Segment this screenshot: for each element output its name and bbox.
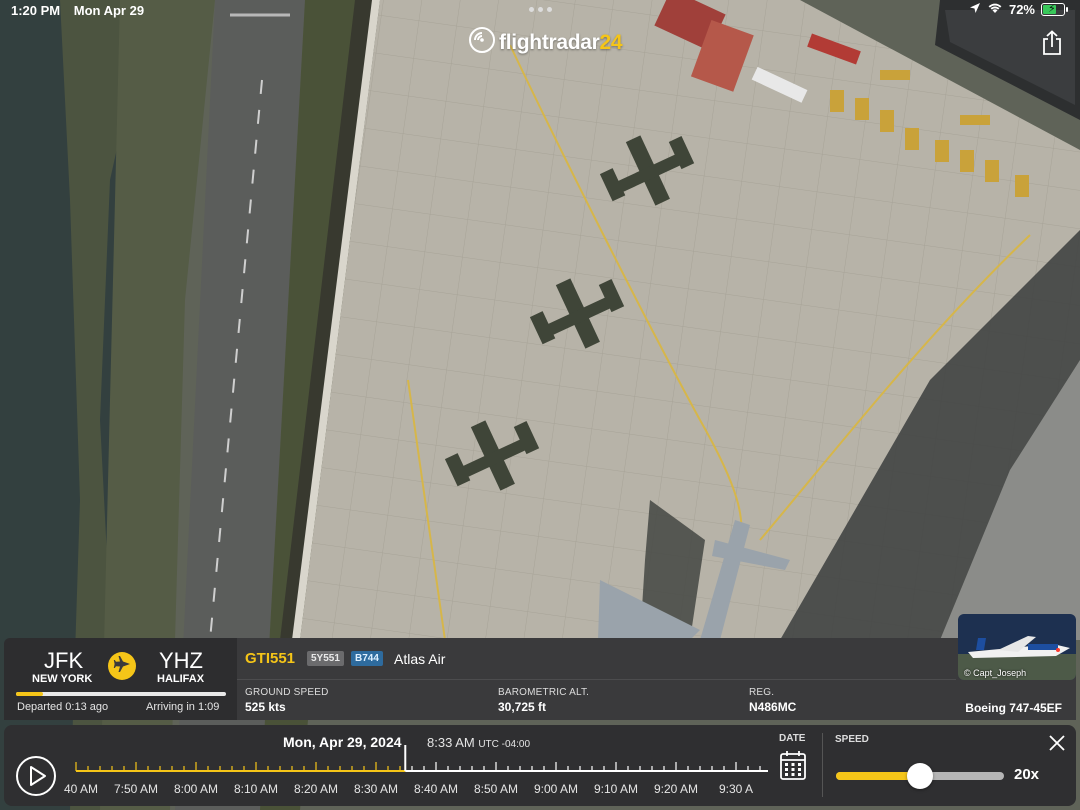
aircraft-type-badge: B744: [351, 651, 383, 666]
flight-header: GTI551 5Y551 B744 Atlas Air: [237, 638, 956, 680]
timeline-tick-label: 8:50 AM: [474, 782, 518, 796]
location-icon: [969, 2, 981, 17]
status-date: Mon Apr 29: [73, 3, 145, 18]
wifi-icon: [987, 2, 1003, 17]
speed-label: SPEED: [835, 734, 869, 745]
ground-speed: GROUND SPEED 525 kts: [245, 687, 329, 714]
date-picker-button[interactable]: [779, 749, 807, 781]
barometric-altitude: BAROMETRIC ALT. 30,725 ft: [498, 687, 590, 714]
close-playback-button[interactable]: [1048, 734, 1066, 752]
destination-code: YHZ: [159, 648, 203, 673]
timeline-tick-label: 9:30 A: [719, 782, 753, 796]
destination-city: HALIFAX: [157, 673, 205, 685]
app-logo: flightradar24: [469, 27, 623, 58]
route-summary[interactable]: JFK NEW YORK YHZ HALIFAX Departed 0:13 a…: [4, 638, 237, 720]
flight-progress-bar: [16, 692, 226, 696]
timeline-scrubber[interactable]: 7:40 AM 7:50 AM 8:00 AM 8:10 AM 8:20 AM 8:30 …: [54, 745, 774, 805]
timeline-tick-label: 7:50 AM: [114, 782, 158, 796]
aircraft-model: Boeing 747-45EF: [965, 701, 1062, 715]
timeline-tick-label: 7:40 AM: [64, 782, 98, 796]
aircraft-photo[interactable]: © Capt_Joseph: [958, 614, 1076, 680]
timeline-tick-label: 9:10 AM: [594, 782, 638, 796]
flight-number-badge: 5Y551: [307, 651, 344, 666]
speed-slider-thumb[interactable]: [907, 763, 933, 789]
share-icon: [1040, 30, 1064, 60]
timeline-tick-label: 8:40 AM: [414, 782, 458, 796]
timeline-tick-label: 8:30 AM: [354, 782, 398, 796]
timeline-tick-label: 9:20 AM: [654, 782, 698, 796]
share-button[interactable]: [1040, 30, 1064, 56]
calendar-icon: [779, 751, 807, 785]
flight-stats: GROUND SPEED 525 kts BAROMETRIC ALT. 30,…: [237, 680, 1076, 720]
date-label: DATE: [779, 733, 806, 744]
timeline-tick-label: 8:00 AM: [174, 782, 218, 796]
callsign: GTI551: [245, 650, 296, 667]
origin-city: NEW YORK: [32, 673, 93, 685]
arrival-time: Arriving in 1:09: [146, 701, 220, 713]
battery-icon: ⚡: [1041, 3, 1065, 16]
registration: REG. N486MC: [749, 687, 797, 714]
timeline-tick-label: 8:20 AM: [294, 782, 338, 796]
timeline-tick-label: 9:00 AM: [534, 782, 578, 796]
route-plane-badge: [108, 652, 136, 680]
battery-percent: 72%: [1008, 2, 1035, 17]
close-icon: [1048, 735, 1066, 756]
airline-name: Atlas Air: [394, 651, 446, 667]
photo-credit: © Capt_Joseph: [964, 668, 1027, 678]
airplane-icon: [113, 655, 131, 678]
speed-slider[interactable]: [836, 763, 1004, 789]
origin-code: JFK: [44, 648, 84, 673]
departed-time: Departed 0:13 ago: [17, 701, 109, 713]
multitasking-handle[interactable]: [529, 7, 552, 12]
speed-value: 20x: [1014, 766, 1040, 783]
timeline-tick-label: 8:10 AM: [234, 782, 278, 796]
status-time: 1:20 PM: [11, 3, 61, 18]
flight-progress-fill: [16, 692, 44, 696]
playback-panel[interactable]: Mon, Apr 29, 2024 8:33 AM UTC -04:00 7:4…: [4, 725, 1076, 806]
flight-info-panel[interactable]: JFK NEW YORK YHZ HALIFAX Departed 0:13 a…: [4, 614, 1076, 720]
logo-text: flightradar24: [499, 30, 623, 54]
radar-logo-icon: [469, 27, 495, 58]
charging-bolt-icon: ⚡: [1048, 3, 1056, 15]
play-button[interactable]: [16, 756, 56, 796]
